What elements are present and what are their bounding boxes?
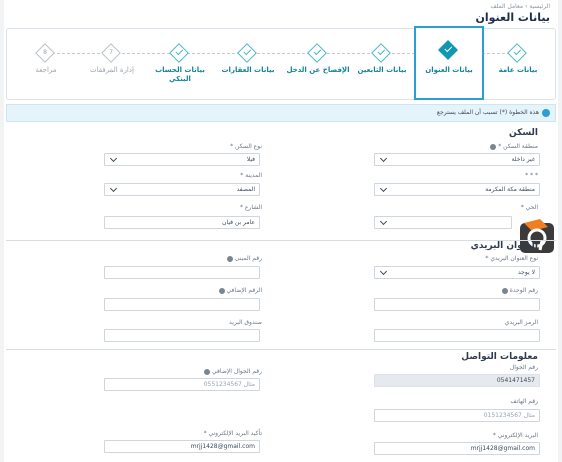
step-real-estate[interactable]: بيانات العقارات bbox=[213, 29, 283, 99]
housing-type-select[interactable]: فيلا bbox=[104, 153, 260, 166]
district-label: الحي * bbox=[520, 204, 538, 211]
region-label: منطقة السكن * bbox=[490, 143, 538, 150]
area-select[interactable]: منطقة مكة المكرمة bbox=[374, 183, 540, 196]
building-number-label: رقم المبنى bbox=[226, 255, 262, 262]
alt-mobile-label: رقم الجوال الإضافي bbox=[204, 368, 262, 375]
help-icon bbox=[218, 287, 225, 294]
email-confirm-label: تأكيد البريد الإلكتروني * bbox=[203, 430, 262, 437]
additional-number-input[interactable] bbox=[104, 298, 260, 311]
step-number-icon: 7 bbox=[101, 43, 121, 63]
main-panel: الرئيسية › معامل الملف بيانات العنوان بي… bbox=[4, 0, 558, 462]
street-input[interactable]: عامر بن فيان bbox=[104, 216, 260, 229]
step-number-icon: 8 bbox=[35, 43, 55, 63]
email-label: البريد الإلكتروني * bbox=[492, 432, 538, 439]
mobile-label: رقم الجوال bbox=[509, 364, 538, 371]
additional-number-label: الرقم الإضافي bbox=[218, 287, 262, 294]
step-label: بيانات العقارات bbox=[221, 66, 275, 74]
email-input[interactable]: mrjj1428@gmail.com bbox=[374, 442, 540, 455]
postal-code-input[interactable] bbox=[374, 329, 540, 342]
phone-input[interactable]: مثال 0151234567 bbox=[374, 409, 540, 422]
po-box-input[interactable] bbox=[104, 329, 260, 342]
chevron-down-icon bbox=[379, 184, 388, 193]
notice-text: هذه الخطوة (*) تسبب أن الملف يسترجع bbox=[436, 109, 539, 116]
page-title: بيانات العنوان bbox=[475, 11, 550, 24]
alt-mobile-input[interactable]: مثال 0551234567 bbox=[104, 378, 260, 391]
step-income-disclosure[interactable]: الإفصاح عن الدخل bbox=[283, 29, 353, 99]
step-label: مراجعة bbox=[35, 66, 57, 74]
step-general-info[interactable]: بيانات عامة bbox=[483, 29, 553, 99]
step-label: الإفصاح عن الدخل bbox=[286, 66, 350, 74]
chevron-down-icon bbox=[109, 184, 118, 193]
section-title-housing: السكن bbox=[509, 128, 538, 138]
check-icon bbox=[237, 43, 257, 63]
chevron-down-icon bbox=[379, 217, 388, 226]
city-label: المدينة * bbox=[240, 172, 262, 179]
wizard-stepper: بيانات عامة بيانات العنوان بيانات التابع… bbox=[6, 26, 556, 100]
region-select[interactable]: غير داخلة bbox=[374, 153, 540, 166]
step-label: إدارة المرفقات bbox=[90, 66, 134, 74]
postal-code-label: الرمز البريدي bbox=[504, 319, 538, 326]
unit-number-label: رقم الوحدة bbox=[501, 287, 538, 294]
help-icon bbox=[226, 255, 233, 262]
help-icon bbox=[501, 287, 508, 294]
info-icon bbox=[542, 109, 550, 117]
step-label: بيانات التابعين bbox=[357, 66, 407, 74]
housing-type-label: نوع السكن * bbox=[230, 143, 262, 150]
check-icon bbox=[169, 43, 189, 63]
section-title-postal: العنوان البريدي bbox=[470, 241, 538, 251]
phone-label: رقم الهاتف bbox=[510, 398, 538, 405]
mobile-field: 0541471457 bbox=[374, 374, 540, 387]
check-icon bbox=[507, 43, 527, 63]
step-bank-account[interactable]: بيانات الحساب البنكي bbox=[145, 29, 215, 99]
building-number-input[interactable] bbox=[104, 266, 260, 279]
step-address-info[interactable]: بيانات العنوان bbox=[414, 26, 484, 100]
breadcrumb[interactable]: الرئيسية › معامل الملف bbox=[490, 3, 550, 10]
postal-type-select[interactable]: لا يوجد bbox=[374, 266, 540, 279]
help-icon bbox=[490, 143, 497, 150]
section-divider bbox=[6, 349, 556, 350]
step-label: بيانات الحساب البنكي bbox=[155, 66, 205, 83]
district-select[interactable] bbox=[374, 216, 512, 229]
chevron-down-icon bbox=[109, 154, 118, 163]
step-attachments[interactable]: 7 إدارة المرفقات bbox=[77, 29, 147, 99]
chevron-down-icon bbox=[379, 267, 388, 276]
check-icon bbox=[371, 43, 391, 63]
area-label: * * * bbox=[525, 172, 538, 179]
unit-number-input[interactable] bbox=[374, 298, 540, 311]
street-label: الشارع * bbox=[239, 204, 262, 211]
step-review[interactable]: 8 مراجعة bbox=[11, 29, 81, 99]
help-icon bbox=[204, 368, 211, 375]
email-confirm-input[interactable]: mrjj1428@gmail.com bbox=[104, 440, 260, 453]
po-box-label: صندوق البريد bbox=[229, 319, 262, 326]
check-icon bbox=[438, 40, 458, 60]
info-notice: هذه الخطوة (*) تسبب أن الملف يسترجع bbox=[6, 104, 556, 122]
chevron-down-icon bbox=[379, 154, 388, 163]
city-select[interactable]: المصفد bbox=[104, 183, 260, 196]
step-label: بيانات العنوان bbox=[425, 66, 473, 74]
step-dependents[interactable]: بيانات التابعين bbox=[347, 29, 417, 99]
section-title-contact: معلومات التواصل bbox=[461, 352, 538, 362]
check-icon bbox=[307, 43, 327, 63]
step-label: بيانات عامة bbox=[498, 66, 538, 74]
postal-type-label: نوع العنوان البريدي * bbox=[485, 255, 538, 262]
